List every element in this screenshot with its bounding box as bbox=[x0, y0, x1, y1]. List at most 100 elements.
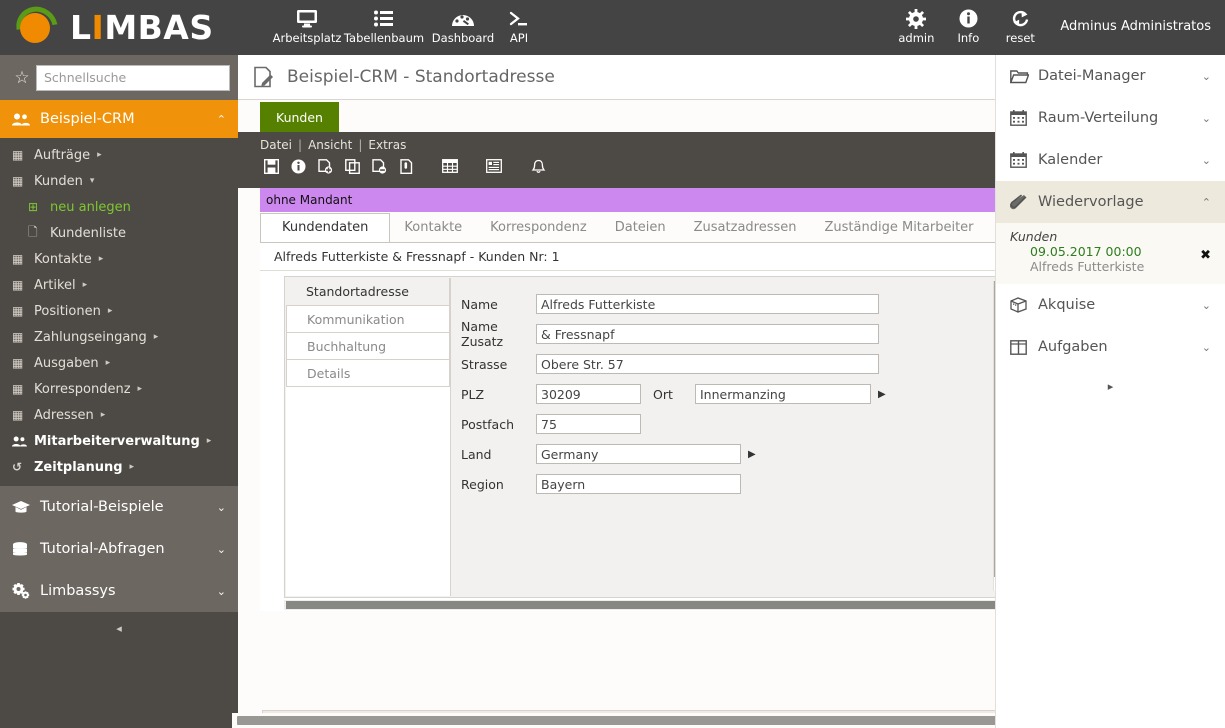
table-icon: ▦ bbox=[12, 252, 24, 266]
side-tab-details[interactable]: Details bbox=[286, 359, 450, 387]
sidebar-item-ausgaben[interactable]: ▦ Ausgaben ▸ bbox=[0, 350, 238, 376]
right-item-aufgaben[interactable]: Aufgaben ⌄ bbox=[996, 326, 1225, 368]
brand-text: LIMBAS bbox=[70, 7, 214, 47]
menu-datei[interactable]: Datei bbox=[260, 138, 292, 152]
tab-korrespondenz[interactable]: Korrespondenz bbox=[476, 214, 601, 242]
land-picker-arrow-icon[interactable]: ▶ bbox=[748, 449, 756, 460]
sidebar-item-positionen[interactable]: ▦ Positionen ▸ bbox=[0, 298, 238, 324]
chevron-right-icon: ▸ bbox=[129, 462, 135, 472]
ort-input[interactable] bbox=[695, 384, 871, 404]
report-icon[interactable] bbox=[483, 156, 505, 176]
document-attachment-icon[interactable] bbox=[395, 156, 417, 176]
brand-accent: I bbox=[91, 7, 105, 47]
sidebar-item-artikel[interactable]: ▦ Artikel ▸ bbox=[0, 272, 238, 298]
ort-label: Ort bbox=[653, 386, 673, 402]
tab-kontakte[interactable]: Kontakte bbox=[390, 214, 476, 242]
sidebar-item-label: Kontakte bbox=[34, 251, 92, 267]
nav-arbeitsplatz[interactable]: Arbeitsplatz bbox=[272, 3, 342, 45]
info-button[interactable]: Info bbox=[942, 3, 994, 45]
tab-dateien[interactable]: Dateien bbox=[601, 214, 680, 242]
close-icon[interactable]: ✖ bbox=[1200, 248, 1211, 263]
module-tab-kunden[interactable]: Kunden bbox=[260, 102, 339, 132]
sidebar-item-neu-anlegen[interactable]: ⊞ neu anlegen bbox=[0, 194, 238, 220]
save-icon[interactable] bbox=[260, 156, 282, 176]
nav-api[interactable]: API bbox=[500, 3, 538, 45]
tab-zusatzadressen[interactable]: Zusatzadressen bbox=[680, 214, 811, 242]
nav-tabellenbaum[interactable]: Tabellenbaum bbox=[342, 3, 426, 45]
reset-button[interactable]: reset bbox=[994, 3, 1046, 45]
strasse-input[interactable] bbox=[536, 354, 879, 374]
land-input[interactable] bbox=[536, 444, 741, 464]
copy-icon[interactable] bbox=[341, 156, 363, 176]
right-item-raum-verteilung[interactable]: Raum-Verteilung ⌄ bbox=[996, 97, 1225, 139]
side-tab-kommunikation[interactable]: Kommunikation bbox=[286, 305, 450, 333]
right-sidebar-collapse-button[interactable]: ▸ bbox=[996, 368, 1225, 405]
nav-label: Arbeitsplatz bbox=[272, 31, 342, 45]
refresh-icon bbox=[994, 6, 1046, 31]
new-document-icon[interactable] bbox=[314, 156, 336, 176]
graduation-icon bbox=[12, 500, 40, 514]
entry-name: Alfreds Futterkiste bbox=[1030, 259, 1145, 274]
app-logo[interactable]: LIMBAS bbox=[8, 0, 214, 56]
plus-box-icon: ⊞ bbox=[28, 200, 39, 214]
wiedervorlage-entry[interactable]: Kunden 09.05.2017 00:00 Alfreds Futterki… bbox=[996, 223, 1225, 284]
toolbar-iconbar bbox=[260, 156, 995, 176]
quick-search-row: ☆ bbox=[0, 55, 238, 100]
top-right-nav: admin Info reset Adminus Administratos bbox=[890, 3, 1211, 45]
history-icon: ↺ bbox=[12, 460, 23, 474]
admin-button[interactable]: admin bbox=[890, 3, 942, 45]
nav-dashboard[interactable]: Dashboard bbox=[426, 3, 500, 45]
sidebar-item-kunden[interactable]: ▦ Kunden ▾ bbox=[0, 168, 238, 194]
scrollbar-thumb[interactable] bbox=[237, 716, 997, 725]
sidebar-group-limbassys[interactable]: Limbassys ⌄ bbox=[0, 570, 238, 612]
sidebar-item-auftraege[interactable]: ▦ Aufträge ▸ bbox=[0, 142, 238, 168]
bell-icon[interactable] bbox=[527, 156, 549, 176]
menu-extras[interactable]: Extras bbox=[368, 138, 406, 152]
nav-label: Dashboard bbox=[431, 31, 495, 45]
plz-input[interactable] bbox=[536, 384, 641, 404]
side-tab-buchhaltung[interactable]: Buchhaltung bbox=[286, 332, 450, 360]
sidebar-item-kontakte[interactable]: ▦ Kontakte ▸ bbox=[0, 246, 238, 272]
field-row-postfach: Postfach bbox=[461, 409, 1001, 439]
sidebar-group-tutorial-beispiele[interactable]: Tutorial-Beispiele ⌄ bbox=[0, 486, 238, 528]
postfach-input[interactable] bbox=[536, 414, 641, 434]
entry-type: Kunden bbox=[1010, 229, 1058, 244]
right-item-akquise[interactable]: Akquise ⌄ bbox=[996, 284, 1225, 326]
sidebar-group-beispiel-crm[interactable]: Beispiel-CRM ⌃ bbox=[0, 100, 238, 138]
menu-ansicht[interactable]: Ansicht bbox=[308, 138, 352, 152]
mandant-banner: ohne Mandant bbox=[260, 188, 995, 212]
sidebar-item-mitarbeiterverwaltung[interactable]: Mitarbeiterverwaltung ▸ bbox=[0, 428, 238, 454]
delete-document-icon[interactable] bbox=[368, 156, 390, 176]
search-input[interactable] bbox=[36, 64, 230, 91]
tab-kundendaten[interactable]: Kundendaten bbox=[260, 213, 391, 243]
right-item-label: Aufgaben bbox=[1038, 339, 1108, 355]
star-icon[interactable]: ☆ bbox=[8, 68, 36, 88]
name-zusatz-input[interactable] bbox=[536, 324, 879, 344]
tab-zustaendige-mitarbeiter[interactable]: Zuständige Mitarbeiter bbox=[811, 214, 988, 242]
nav-label: API bbox=[509, 31, 529, 45]
sidebar-item-zahlungseingang[interactable]: ▦ Zahlungseingang ▸ bbox=[0, 324, 238, 350]
sidebar-item-zeitplanung[interactable]: ↺ Zeitplanung ▸ bbox=[0, 454, 238, 480]
top-header: LIMBAS Arbeitsplatz Tabellenbaum Dashboa… bbox=[0, 0, 1225, 56]
chevron-right-icon: ▸ bbox=[97, 150, 102, 160]
right-item-wiedervorlage[interactable]: Wiedervorlage ⌃ bbox=[996, 181, 1225, 223]
sidebar-collapse-button[interactable]: ◂ bbox=[0, 612, 238, 645]
form-horizontal-scrollbar[interactable] bbox=[284, 600, 1006, 610]
sidebar-item-kundenliste[interactable]: 🗋 Kundenliste bbox=[0, 220, 238, 246]
module-tabstrip: Kunden bbox=[238, 100, 995, 132]
sidebar-group-tutorial-abfragen[interactable]: Tutorial-Abfragen ⌄ bbox=[0, 528, 238, 570]
name-input[interactable] bbox=[536, 294, 879, 314]
ort-picker-arrow-icon[interactable]: ▶ bbox=[878, 389, 886, 400]
right-item-datei-manager[interactable]: Datei-Manager ⌄ bbox=[996, 55, 1225, 97]
plz-label: PLZ bbox=[461, 386, 485, 402]
sidebar-item-korrespondenz[interactable]: ▦ Korrespondenz ▸ bbox=[0, 376, 238, 402]
nav-label: Tabellenbaum bbox=[343, 31, 425, 45]
table-icon[interactable] bbox=[439, 156, 461, 176]
field-row-name-zusatz: Name Zusatz bbox=[461, 319, 1001, 349]
right-item-kalender[interactable]: Kalender ⌄ bbox=[996, 139, 1225, 181]
side-tab-standortadresse[interactable]: Standortadresse bbox=[286, 278, 450, 306]
sidebar-item-adressen[interactable]: ▦ Adressen ▸ bbox=[0, 402, 238, 428]
region-input[interactable] bbox=[536, 474, 741, 494]
scrollbar-thumb[interactable] bbox=[286, 601, 998, 609]
info-icon[interactable] bbox=[287, 156, 309, 176]
